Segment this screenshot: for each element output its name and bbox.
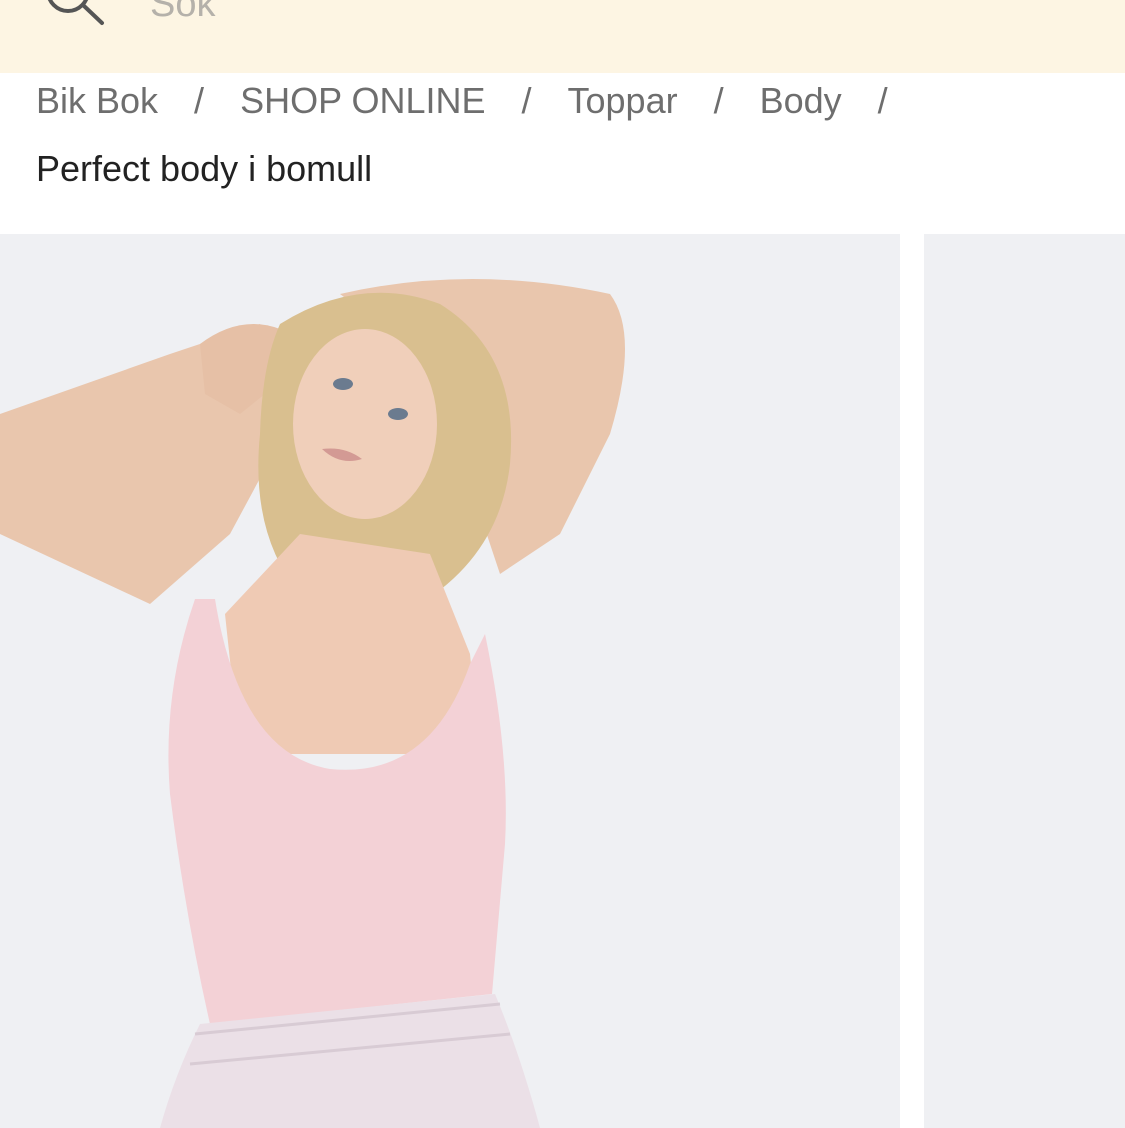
- breadcrumb-separator: /: [194, 80, 205, 121]
- breadcrumb-separator: /: [521, 80, 532, 121]
- breadcrumb-item-body[interactable]: Body: [760, 80, 842, 122]
- page-title: Perfect body i bomull: [36, 148, 373, 189]
- search-input[interactable]: [150, 0, 750, 34]
- breadcrumb-item-toppar[interactable]: Toppar: [568, 80, 678, 122]
- breadcrumb-separator: /: [877, 80, 888, 121]
- breadcrumb-item-bik-bok[interactable]: Bik Bok: [36, 80, 158, 122]
- breadcrumb-separator: /: [713, 80, 724, 121]
- search-bar: [0, 0, 1125, 73]
- search-icon[interactable]: [40, 0, 110, 33]
- breadcrumb: Bik Bok / SHOP ONLINE / Toppar / Body /: [36, 76, 924, 126]
- breadcrumb-item-shop-online[interactable]: SHOP ONLINE: [240, 80, 485, 122]
- next-product-image[interactable]: [924, 234, 1125, 1128]
- product-image[interactable]: [0, 234, 900, 1128]
